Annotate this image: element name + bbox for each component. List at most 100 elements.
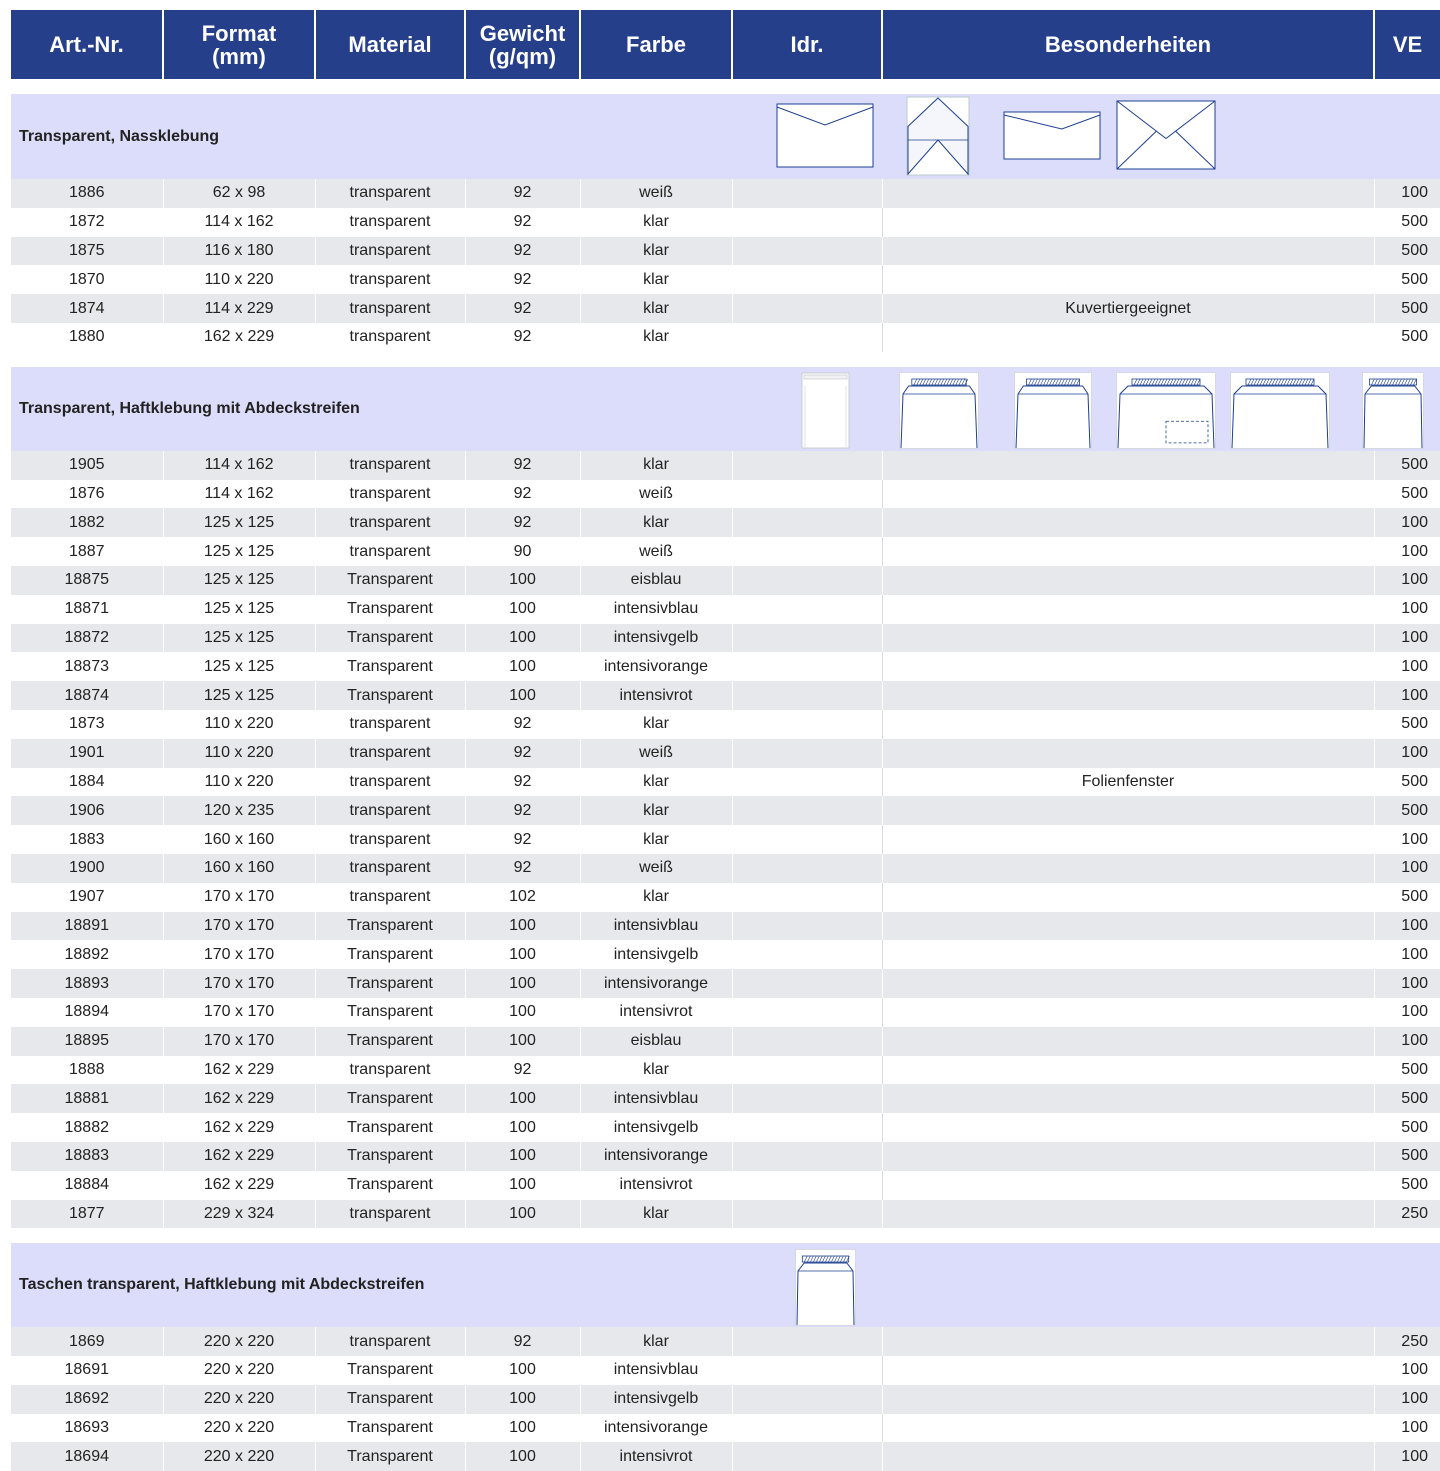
section-spacer bbox=[11, 351, 1440, 367]
cell-material: Transparent bbox=[315, 623, 466, 653]
cell-gewicht: 100 bbox=[465, 1442, 581, 1471]
cell-format: 162 x 229 bbox=[163, 1055, 316, 1085]
cell-gewicht: 100 bbox=[465, 1026, 581, 1056]
cell-material: transparent bbox=[315, 796, 466, 826]
table-row: 18871 125 x 125 Transparent 100 intensivblau… bbox=[11, 594, 1440, 624]
cell-ve: 500 bbox=[1374, 207, 1440, 237]
col-header-besonderheiten: Besonderheiten bbox=[882, 10, 1375, 79]
cell-format: 162 x 229 bbox=[163, 1084, 316, 1114]
cell-idr bbox=[732, 1327, 883, 1357]
cell-idr bbox=[732, 294, 883, 323]
cell-besonderheiten bbox=[882, 709, 1375, 739]
cell-material: transparent bbox=[315, 709, 466, 739]
cell-besonderheiten bbox=[882, 940, 1375, 970]
table-row: 1874 114 x 229 transparent 92 klar Kuvertierg… bbox=[11, 294, 1440, 323]
cell-farbe: weiß bbox=[580, 537, 733, 566]
cell-farbe: intensivorange bbox=[580, 969, 733, 998]
cell-idr bbox=[732, 207, 883, 237]
cell-format: 120 x 235 bbox=[163, 796, 316, 826]
cell-art-nr: 18882 bbox=[11, 1113, 164, 1142]
cell-farbe: klar bbox=[580, 265, 733, 295]
cell-art-nr: 1874 bbox=[11, 294, 164, 323]
cell-material: Transparent bbox=[315, 1413, 466, 1443]
section-header-row: Transparent, Haftklebung mit Abdeckstrei… bbox=[11, 366, 1440, 451]
cell-farbe: intensivgelb bbox=[580, 1384, 733, 1414]
col-header-idr: Idr. bbox=[732, 10, 883, 79]
cell-besonderheiten: Folienfenster bbox=[882, 767, 1375, 797]
cell-gewicht: 100 bbox=[465, 1113, 581, 1142]
cell-besonderheiten bbox=[882, 1327, 1375, 1357]
cell-material: Transparent bbox=[315, 1384, 466, 1414]
cell-material: transparent bbox=[315, 265, 466, 295]
cell-besonderheiten bbox=[882, 508, 1375, 538]
cell-ve: 100 bbox=[1374, 623, 1440, 653]
cell-material: transparent bbox=[315, 1055, 466, 1085]
cell-ve: 100 bbox=[1374, 911, 1440, 941]
cell-ve: 500 bbox=[1374, 236, 1440, 266]
cell-format: 110 x 220 bbox=[163, 265, 316, 295]
cell-ve: 500 bbox=[1374, 1141, 1440, 1171]
cell-ve: 500 bbox=[1374, 479, 1440, 509]
cell-format: 170 x 170 bbox=[163, 940, 316, 970]
cell-format: 125 x 125 bbox=[163, 594, 316, 624]
cell-farbe: intensivrot bbox=[580, 1170, 733, 1200]
cell-besonderheiten bbox=[882, 1170, 1375, 1200]
cell-material: transparent bbox=[315, 1199, 466, 1229]
cell-art-nr: 18891 bbox=[11, 911, 164, 941]
cell-besonderheiten bbox=[882, 450, 1375, 480]
cell-art-nr: 18873 bbox=[11, 652, 164, 682]
cell-farbe: intensivgelb bbox=[580, 1113, 733, 1142]
cell-material: Transparent bbox=[315, 1026, 466, 1056]
cell-ve: 500 bbox=[1374, 1113, 1440, 1142]
cell-ve: 100 bbox=[1374, 969, 1440, 998]
table-row: 18893 170 x 170 Transparent 100 intensivoran… bbox=[11, 969, 1440, 998]
cell-besonderheiten bbox=[882, 738, 1375, 768]
cell-material: transparent bbox=[315, 236, 466, 266]
cell-besonderheiten bbox=[882, 681, 1375, 710]
section-title: Transparent, Nassklebung bbox=[11, 94, 1440, 179]
cell-besonderheiten bbox=[882, 1413, 1375, 1443]
cell-material: transparent bbox=[315, 853, 466, 883]
cell-art-nr: 18692 bbox=[11, 1384, 164, 1414]
cell-format: 170 x 170 bbox=[163, 997, 316, 1027]
cell-ve: 100 bbox=[1374, 997, 1440, 1027]
cell-gewicht: 92 bbox=[465, 265, 581, 295]
cell-art-nr: 1907 bbox=[11, 882, 164, 912]
cell-gewicht: 92 bbox=[465, 1327, 581, 1357]
cell-idr bbox=[732, 594, 883, 624]
cell-besonderheiten bbox=[882, 479, 1375, 509]
cell-material: Transparent bbox=[315, 1141, 466, 1171]
cell-idr bbox=[732, 322, 883, 352]
cell-art-nr: 1872 bbox=[11, 207, 164, 237]
cell-besonderheiten bbox=[882, 1442, 1375, 1471]
cell-besonderheiten bbox=[882, 911, 1375, 941]
cell-material: Transparent bbox=[315, 1113, 466, 1142]
cell-gewicht: 92 bbox=[465, 767, 581, 797]
cell-ve: 100 bbox=[1374, 565, 1440, 595]
cell-art-nr: 1869 bbox=[11, 1327, 164, 1357]
cell-idr bbox=[732, 940, 883, 970]
table-row: 18872 125 x 125 Transparent 100 intensivgelb… bbox=[11, 623, 1440, 653]
cell-format: 110 x 220 bbox=[163, 767, 316, 797]
cell-art-nr: 18875 bbox=[11, 565, 164, 595]
cell-ve: 100 bbox=[1374, 537, 1440, 566]
table-row: 18694 220 x 220 Transparent 100 intensivrot 1… bbox=[11, 1442, 1440, 1471]
cell-material: transparent bbox=[315, 479, 466, 509]
cell-art-nr: 18691 bbox=[11, 1356, 164, 1385]
envelope-diamond-flap-open-icon bbox=[906, 96, 970, 176]
cell-format: 160 x 160 bbox=[163, 825, 316, 854]
cell-material: transparent bbox=[315, 508, 466, 538]
table-row: 18691 220 x 220 Transparent 100 intensivblau… bbox=[11, 1356, 1440, 1385]
cell-besonderheiten bbox=[882, 594, 1375, 624]
cell-farbe: klar bbox=[580, 796, 733, 826]
cell-besonderheiten bbox=[882, 1384, 1375, 1414]
cell-format: 62 x 98 bbox=[163, 179, 316, 208]
cell-art-nr: 1905 bbox=[11, 450, 164, 480]
cell-material: Transparent bbox=[315, 1442, 466, 1471]
cell-gewicht: 102 bbox=[465, 882, 581, 912]
cell-material: Transparent bbox=[315, 997, 466, 1027]
cell-art-nr: 18871 bbox=[11, 594, 164, 624]
cell-format: 125 x 125 bbox=[163, 652, 316, 682]
cell-ve: 100 bbox=[1374, 1384, 1440, 1414]
table-row: 1906 120 x 235 transparent 92 klar 500 bbox=[11, 796, 1440, 826]
